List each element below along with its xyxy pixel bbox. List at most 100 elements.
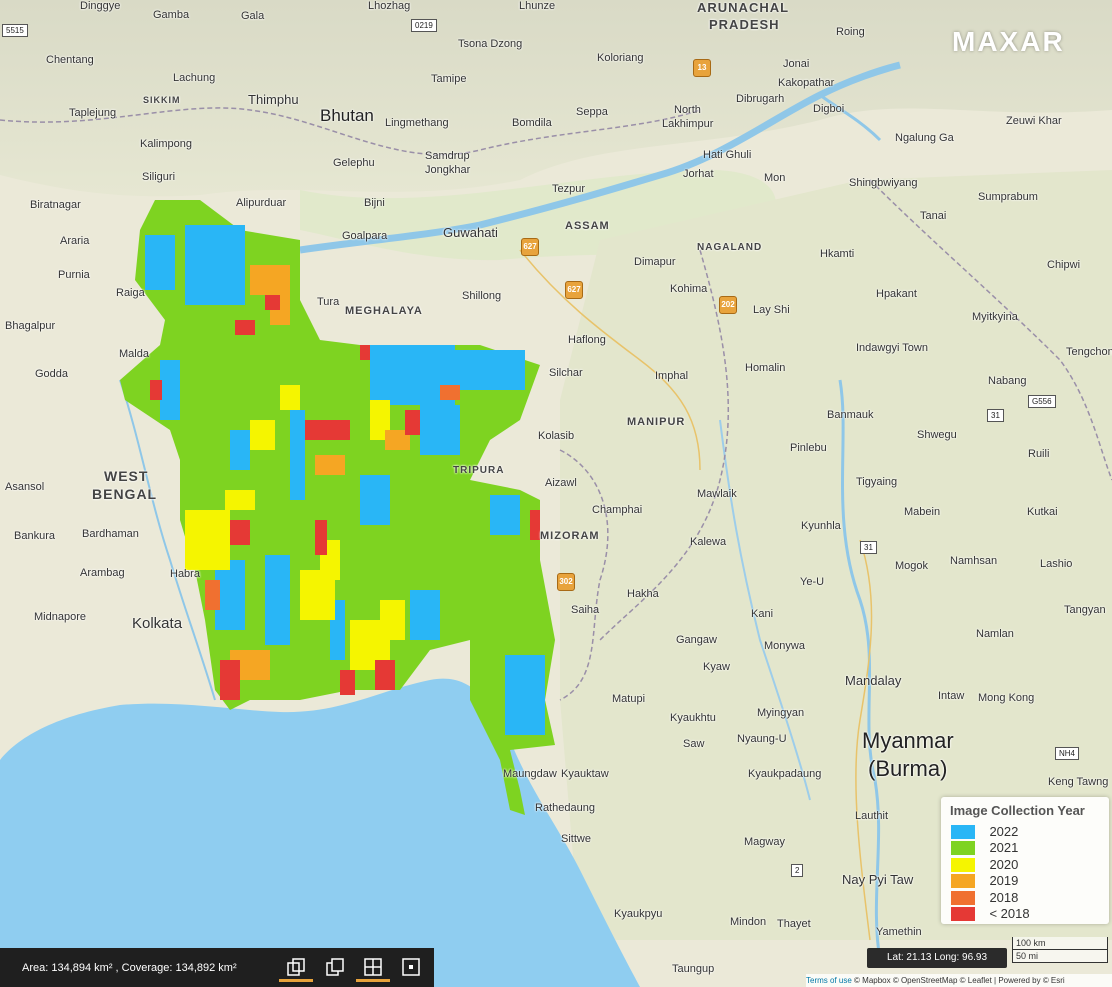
- legend-swatch: [951, 824, 975, 839]
- label-thimphu: Thimphu: [248, 92, 299, 107]
- label-lachung: Lachung: [173, 72, 216, 84]
- duplicate-icon: [326, 958, 344, 976]
- label-arambag: Arambag: [80, 567, 125, 579]
- scale-km: 100 km: [1012, 937, 1108, 950]
- legend-label: 2018: [989, 890, 1019, 906]
- legend-swatch: [951, 890, 975, 905]
- bottom-toolbar: Area: 134,894 km² , Coverage: 134,892 km…: [0, 948, 434, 987]
- label-koloriang: Koloriang: [597, 52, 644, 64]
- label-midnapore: Midnapore: [34, 611, 86, 623]
- maxar-logo: MAXAR: [952, 26, 1065, 57]
- label-raiga: Raiga: [116, 287, 145, 299]
- label-mizoram: MIZORAM: [540, 530, 600, 542]
- label-guwahati: Guwahati: [443, 225, 498, 240]
- copy-layer-icon: [287, 958, 305, 976]
- label-kalimpong: Kalimpong: [140, 138, 192, 150]
- road-shield-31b: 31: [860, 541, 877, 554]
- label-kyaw: Kyaw: [703, 661, 730, 673]
- label-samdrup: Samdrup: [425, 150, 470, 162]
- map-canvas[interactable]: ARUNACHAL PRADESH Bhutan Thimphu SIKKIM …: [0, 0, 1112, 987]
- legend-item: 2019: [951, 872, 1018, 888]
- label-monywa: Monywa: [764, 640, 805, 652]
- label-mogok: Mogok: [895, 560, 929, 572]
- label-dibrugarh: Dibrugarh: [736, 93, 785, 105]
- label-aizawl: Aizawl: [545, 477, 577, 489]
- road-shield-g556: G556: [1028, 395, 1056, 408]
- label-burma: (Burma): [868, 756, 948, 781]
- legend-item: < 2018: [951, 905, 1030, 921]
- label-banmauk: Banmauk: [827, 409, 874, 421]
- scale-mi: 50 mi: [1012, 950, 1108, 963]
- label-gamba: Gamba: [153, 9, 190, 21]
- terms-link[interactable]: Terms of use: [806, 976, 852, 985]
- leaflet-link[interactable]: © Leaflet: [960, 976, 992, 985]
- label-west: WEST: [104, 468, 149, 484]
- label-digboi: Digboi: [813, 103, 845, 115]
- label-arunachal: ARUNACHAL: [697, 0, 790, 15]
- point-select-button[interactable]: [394, 952, 428, 982]
- mapbox-link[interactable]: © Mapbox: [854, 976, 891, 985]
- label-kakopathar: Kakopathar: [778, 77, 835, 89]
- label-tezpur: Tezpur: [552, 183, 586, 195]
- label-pradesh: PRADESH: [709, 17, 780, 32]
- road-shield-627b: 627: [565, 281, 583, 299]
- label-taungup: Taungup: [672, 963, 715, 975]
- label-lingmethang: Lingmethang: [385, 117, 449, 129]
- label-yeu: Ye-U: [800, 576, 825, 588]
- label-tsona: Tsona Dzong: [458, 38, 523, 50]
- duplicate-button[interactable]: [318, 952, 352, 982]
- label-haflong: Haflong: [568, 334, 606, 346]
- label-manipur: MANIPUR: [627, 416, 686, 428]
- label-chentang: Chentang: [46, 54, 94, 66]
- label-myingyan: Myingyan: [757, 707, 805, 719]
- label-mindon: Mindon: [730, 916, 767, 928]
- label-shillong: Shillong: [462, 290, 502, 302]
- legend-swatch: [951, 857, 975, 872]
- point-select-icon: [402, 958, 420, 976]
- legend-panel: Image Collection Year 2022 2021 2020 201…: [941, 797, 1109, 924]
- grid-select-button[interactable]: [356, 952, 390, 982]
- label-kohima: Kohima: [670, 283, 708, 295]
- label-godda: Godda: [35, 368, 69, 380]
- label-zeuwikhar: Zeuwi Khar: [1006, 115, 1062, 127]
- label-intaw: Intaw: [938, 690, 965, 702]
- label-magway: Magway: [744, 836, 785, 848]
- label-kyaukpadaung: Kyaukpadaung: [748, 768, 822, 780]
- label-bankura: Bankura: [14, 530, 55, 542]
- label-tangyan: Tangyan: [1064, 604, 1106, 616]
- label-lhozhag: Lhozhag: [368, 0, 411, 12]
- label-hkamti: Hkamti: [820, 248, 855, 260]
- label-imphal: Imphal: [655, 370, 689, 382]
- legend-swatch: [951, 840, 975, 855]
- label-namhsan: Namhsan: [950, 555, 998, 567]
- label-bijni: Bijni: [364, 197, 385, 209]
- label-gelephu: Gelephu: [333, 157, 375, 169]
- label-assam: ASSAM: [565, 220, 610, 232]
- label-tengchong: Tengchong: [1066, 346, 1112, 358]
- label-sittwe: Sittwe: [561, 833, 591, 845]
- label-indawgyi: Indawgyi Town: [856, 342, 928, 354]
- label-nabang: Nabang: [988, 375, 1027, 387]
- label-habra: Habra: [170, 568, 200, 580]
- label-tigyaing: Tigyaing: [856, 476, 898, 488]
- label-malda: Malda: [119, 348, 149, 360]
- label-tanai: Tanai: [920, 210, 947, 222]
- label-layshi: Lay Shi: [753, 304, 790, 316]
- label-goalpara: Goalpara: [342, 230, 388, 242]
- label-jongkhar: Jongkhar: [425, 164, 471, 176]
- label-meghalaya: MEGHALAYA: [345, 305, 423, 317]
- label-sumprabum: Sumprabum: [978, 191, 1038, 203]
- label-mawlaik: Mawlaik: [697, 488, 737, 500]
- label-alipurduar: Alipurduar: [236, 197, 287, 209]
- label-tamipe: Tamipe: [431, 73, 467, 85]
- osm-link[interactable]: © OpenStreetMap: [893, 976, 958, 985]
- label-kyunhla: Kyunhla: [801, 520, 841, 532]
- label-lauthit: Lauthit: [855, 810, 889, 822]
- road-shield-13: 13: [693, 59, 711, 77]
- label-ngalungga: Ngalung Ga: [895, 132, 954, 144]
- esri-link[interactable]: | Powered by © Esri: [994, 976, 1065, 985]
- copy-layer-button[interactable]: [279, 952, 313, 982]
- label-yamethin: Yamethin: [876, 926, 922, 938]
- label-mongkong: Mong Kong: [978, 692, 1035, 704]
- label-rathedaung: Rathedaung: [535, 802, 595, 814]
